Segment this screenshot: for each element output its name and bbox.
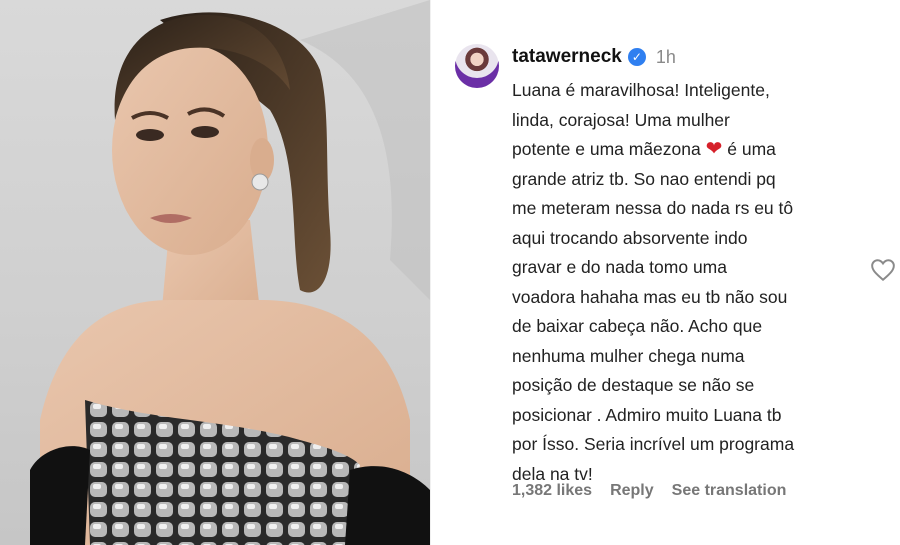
comment-line: posição de destaque se não se	[512, 375, 755, 395]
comment-line: aqui trocando absorvente indo	[512, 227, 748, 248]
comment-line: posicionar . Admiro muito Luana tb	[512, 404, 782, 425]
comment-line: me meteram nessa do nada rs eu tô	[512, 198, 794, 218]
comment-line-suffix: é uma	[722, 139, 776, 159]
comment-line: voadora hahaha mas eu tb não sou	[512, 286, 788, 307]
comment-line-text: potente e uma mãezona	[512, 139, 701, 159]
reply-button[interactable]: Reply	[610, 482, 654, 500]
comment-line: nenhuma mulher chega numa	[512, 345, 745, 366]
comment-line: grande atriz tb. So nao entendi pq	[512, 168, 776, 189]
profile-photo	[0, 0, 430, 545]
comment-line: Luana é maravilhosa! Inteligente,	[512, 80, 770, 100]
username[interactable]: tatawerneck	[512, 46, 622, 68]
heart-outline-icon[interactable]	[870, 258, 896, 282]
see-translation-button[interactable]: See translation	[672, 482, 787, 500]
comment-line: de baixar cabeça não. Acho que	[512, 316, 763, 336]
red-heart-emoji-icon: ❤	[705, 138, 723, 160]
likes-count[interactable]: 1,382 likes	[512, 482, 592, 500]
avatar[interactable]	[455, 44, 499, 88]
comment-header: tatawerneck ✓ 1h	[512, 46, 676, 68]
verified-check-icon: ✓	[627, 48, 646, 66]
panel-divider	[430, 0, 431, 545]
comment-actions: 1,382 likes Reply See translation	[512, 482, 786, 500]
comment-line: linda, corajosa! Uma mulher	[512, 109, 730, 130]
comment-text: Luana é maravilhosa! Inteligente, linda,…	[512, 76, 812, 489]
timestamp: 1h	[655, 46, 676, 67]
comment-line: por Ísso. Seria incrível um programa	[512, 434, 795, 454]
comment-line: potente e uma mãezona ❤ é uma	[512, 135, 812, 165]
comment-line: gravar e do nada tomo uma	[512, 257, 727, 277]
